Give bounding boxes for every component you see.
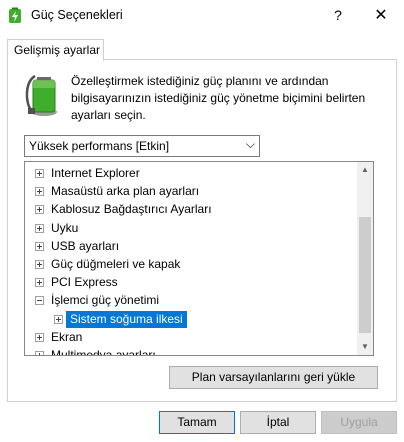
expand-plus-icon[interactable]: [35, 169, 44, 178]
tree-item[interactable]: Uyku: [25, 220, 357, 238]
tree-item-label: Internet Explorer: [51, 166, 140, 180]
tree-item-label: USB ayarları: [51, 238, 120, 253]
scroll-thumb[interactable]: [359, 217, 371, 333]
battery-power-icon: [25, 74, 57, 116]
expand-plus-icon[interactable]: [35, 187, 44, 197]
power-plan-value: Yüksek performans [Etkin]: [29, 139, 170, 153]
power-options-dialog: Güç Seçenekleri ? ✕ Gelişmiş ayarlar Öze…: [0, 0, 404, 442]
tab-advanced-settings[interactable]: Gelişmiş ayarlar: [7, 39, 104, 61]
collapse-minus-icon[interactable]: [35, 296, 44, 306]
tree-item-label: Multimedya ayarları: [51, 348, 156, 356]
tree-item[interactable]: İşlemci güç yönetimi: [25, 292, 357, 310]
scroll-down-arrow-icon[interactable]: ▼: [357, 339, 373, 355]
tree-item-label: İşlemci güç yönetimi: [51, 293, 160, 308]
expand-plus-icon[interactable]: [35, 332, 44, 342]
expand-plus-icon[interactable]: [54, 314, 63, 324]
ok-button[interactable]: Tamam: [159, 411, 235, 434]
tree-item[interactable]: Multimedya ayarları: [25, 347, 357, 356]
expand-plus-icon[interactable]: [35, 260, 44, 269]
description-text: Özelleştirmek istediğiniz güç planını ve…: [71, 74, 366, 122]
expand-plus-icon[interactable]: [35, 241, 44, 251]
tree-item-label: Güç düğmeleri ve kapak: [51, 257, 181, 271]
expand-plus-icon[interactable]: [35, 278, 44, 288]
tree-item[interactable]: Internet Explorer: [25, 165, 357, 183]
expand-plus-icon[interactable]: [35, 351, 44, 355]
cancel-button[interactable]: İptal: [240, 411, 316, 434]
tree-item[interactable]: Masaüstü arka plan ayarları: [25, 183, 357, 201]
power-options-icon: [9, 7, 21, 23]
tree-item-label: Sistem soğuma ilkesi: [65, 309, 188, 329]
expand-plus-icon[interactable]: [35, 205, 44, 215]
tree-item[interactable]: Kablosuz Bağdaştırıcı Ayarları: [25, 201, 357, 219]
tab-label: Gelişmiş ayarlar: [14, 43, 101, 57]
vertical-scrollbar[interactable]: ▲ ▼: [357, 162, 373, 355]
scroll-up-arrow-icon[interactable]: ▲: [357, 162, 373, 178]
tree-item-label: Ekran: [51, 329, 83, 344]
tree-item-label: PCI Express: [51, 275, 118, 290]
tree-item[interactable]: Sistem soğuma ilkesi: [25, 309, 357, 329]
expand-plus-icon[interactable]: [35, 223, 44, 233]
tree-item[interactable]: Ekran: [25, 329, 357, 347]
tree-item-label: Masaüstü arka plan ayarları: [51, 184, 200, 199]
tree-item[interactable]: PCI Express: [25, 274, 357, 292]
tree-item[interactable]: USB ayarları: [25, 238, 357, 256]
restore-plan-defaults-button[interactable]: Plan varsayılanlarını geri yükle: [169, 366, 378, 389]
tree-item[interactable]: Güç düğmeleri ve kapak: [25, 256, 357, 274]
close-button[interactable]: ✕: [358, 0, 404, 31]
settings-tree[interactable]: Internet Explorer Masaüstü arka plan ayar…: [24, 161, 374, 356]
apply-button[interactable]: Uygula: [321, 411, 397, 434]
tree-item-label: Kablosuz Bağdaştırıcı Ayarları: [51, 202, 212, 217]
power-plan-dropdown[interactable]: Yüksek performans [Etkin] ⌵: [24, 135, 260, 157]
chevron-down-icon: ⌵: [245, 137, 255, 151]
window-title: Güç Seçenekleri: [31, 8, 123, 22]
title-bar[interactable]: Güç Seçenekleri ? ✕: [0, 0, 404, 31]
tree-item-label: Uyku: [51, 220, 79, 235]
help-button[interactable]: ?: [318, 0, 358, 31]
